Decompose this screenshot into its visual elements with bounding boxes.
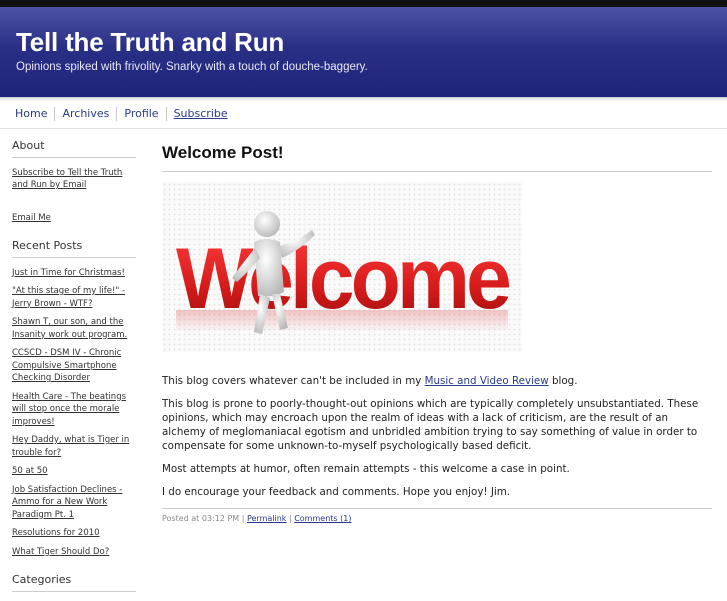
recent-post-link[interactable]: "At this stage of my life!" - Jerry Brow… [12,285,136,310]
comments-link[interactable]: Comments (1) [294,514,351,523]
post-paragraph: This blog covers whatever can't be inclu… [162,374,712,388]
sidebar-heading-categories: Categories [12,573,136,592]
sidebar-heading-about: About [12,139,136,158]
recent-post-link[interactable]: Shawn T, our son, and the Insanity work … [12,316,136,341]
nav-home[interactable]: Home [8,107,56,121]
post-title[interactable]: Welcome Post! [162,143,712,172]
permalink-link[interactable]: Permalink [247,514,286,523]
recent-post-link[interactable]: Job Satisfaction Declines - Ammo for a N… [12,484,136,522]
nav-profile[interactable]: Profile [117,107,167,121]
post-text: blog. [548,375,578,387]
post-timestamp: Posted at 03:12 PM [162,514,240,523]
nav-archives[interactable]: Archives [55,107,118,121]
recent-post-link[interactable]: Resolutions for 2010 [12,527,136,540]
welcome-illustration: Welcome [176,211,513,334]
header-shadow [0,97,727,101]
post-paragraph: I do encourage your feedback and comment… [162,486,511,498]
recent-post-link[interactable]: Hey Daddy, what is Tiger in trouble for? [12,434,136,459]
welcome-image: Welcome [162,182,522,352]
music-video-review-link[interactable]: Music and Video Review [425,375,549,387]
nav-bar: Home Archives Profile Subscribe [8,105,235,123]
post-paragraph: Most attempts at humor, often remain att… [162,463,570,475]
main-content: Welcome Post! Welcome This blog covers w… [162,140,712,523]
subscribe-email-link[interactable]: Subscribe to Tell the Truth and Run by E… [12,167,136,192]
top-bar [0,0,727,7]
recent-post-link[interactable]: What Tiger Should Do? [12,546,136,559]
site-header: Tell the Truth and Run Opinions spiked w… [0,7,727,97]
site-title[interactable]: Tell the Truth and Run [16,27,284,58]
post-text: This blog covers whatever can't be inclu… [162,375,425,387]
post-paragraph: This blog is prone to poorly-thought-out… [162,398,699,452]
nav-subscribe[interactable]: Subscribe [167,107,235,121]
post-meta: Posted at 03:12 PM | Permalink | Comment… [162,508,712,523]
recent-post-link[interactable]: CCSCD - DSM IV - Chronic Compulsive Smar… [12,347,136,385]
recent-posts-list: Just in Time for Christmas! "At this sta… [12,267,136,559]
recent-post-link[interactable]: Health Care - The beatings will stop onc… [12,391,136,429]
reflection [176,310,508,332]
sidebar-heading-recent: Recent Posts [12,239,136,258]
recent-post-link[interactable]: 50 at 50 [12,465,136,478]
site-description: Opinions spiked with frivolity. Snarky w… [16,61,368,73]
nav-divider [0,128,727,129]
email-me-link[interactable]: Email Me [12,212,136,225]
sidebar: About Subscribe to Tell the Truth and Ru… [12,139,136,601]
recent-post-link[interactable]: Just in Time for Christmas! [12,267,136,280]
meta-separator: | [239,514,247,523]
